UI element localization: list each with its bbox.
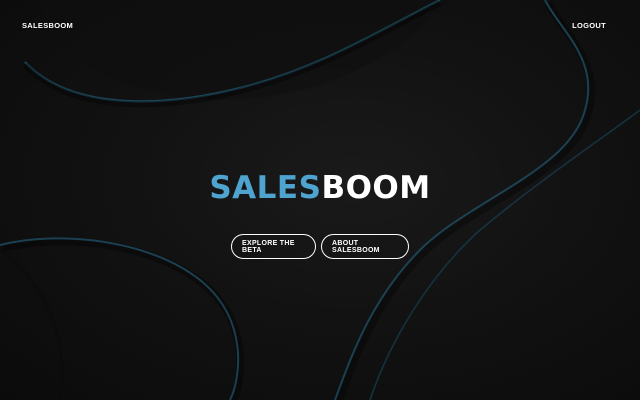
hero-title-boom: BOOM xyxy=(321,170,431,206)
explore-beta-button[interactable]: EXPLORE THE BETA xyxy=(231,234,316,259)
landing-page: SALESBOOM LOGOUT SALESBOOM EXPLORE THE B… xyxy=(0,0,640,400)
logout-link[interactable]: LOGOUT xyxy=(572,21,606,30)
hero-title-sales: SALES xyxy=(209,170,322,206)
brand-logo-text[interactable]: SALESBOOM xyxy=(22,21,73,30)
about-salesboom-button[interactable]: ABOUT SALESBOOM xyxy=(321,234,409,259)
hero-actions: EXPLORE THE BETA ABOUT SALESBOOM xyxy=(0,234,640,259)
hero-title: SALESBOOM xyxy=(0,168,640,208)
top-navigation-bar: SALESBOOM LOGOUT xyxy=(0,0,640,54)
